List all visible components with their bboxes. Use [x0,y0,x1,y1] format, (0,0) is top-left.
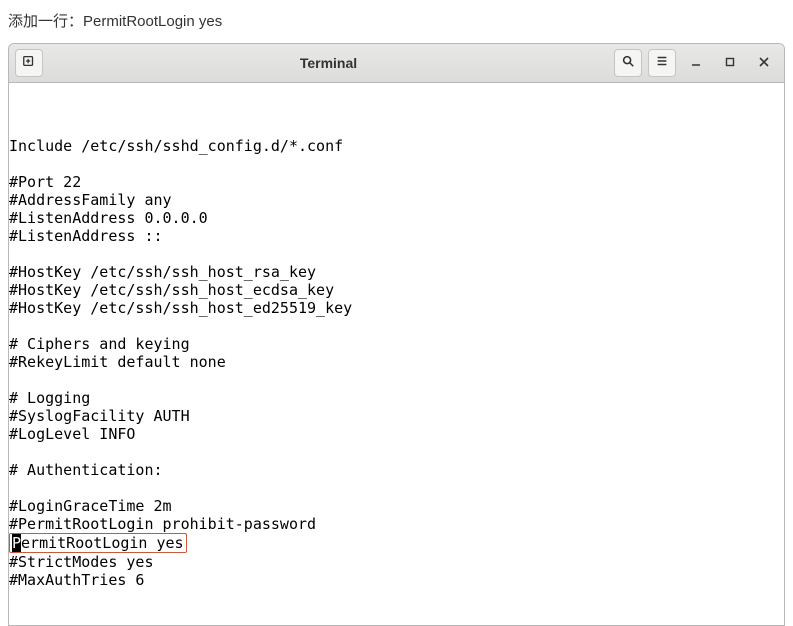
terminal-text-before: Include /etc/ssh/sshd_config.d/*.conf #P… [9,137,352,533]
maximize-button[interactable] [716,49,744,77]
minimize-icon [691,54,701,72]
window-title: Terminal [49,55,608,71]
window-titlebar: Terminal [9,44,784,83]
instruction-text: 添加一行：PermitRootLogin yes [0,0,793,43]
search-icon [621,54,635,73]
terminal-text-after: #StrictModes yes #MaxAuthTries 6 [9,553,154,589]
highlighted-line: PermitRootLogin yes [9,533,187,553]
terminal-content[interactable]: Include /etc/ssh/sshd_config.d/*.conf #P… [9,83,784,625]
minimize-button[interactable] [682,49,710,77]
new-tab-button[interactable] [15,49,43,77]
highlight-rest: ermitRootLogin yes [21,534,184,552]
search-button[interactable] [614,49,642,77]
close-button[interactable] [750,49,778,77]
maximize-icon [725,54,735,72]
hamburger-icon [655,54,669,73]
new-tab-icon [22,54,36,73]
menu-button[interactable] [648,49,676,77]
cursor: P [12,534,21,552]
close-icon [759,54,769,72]
terminal-window: Terminal [8,43,785,626]
